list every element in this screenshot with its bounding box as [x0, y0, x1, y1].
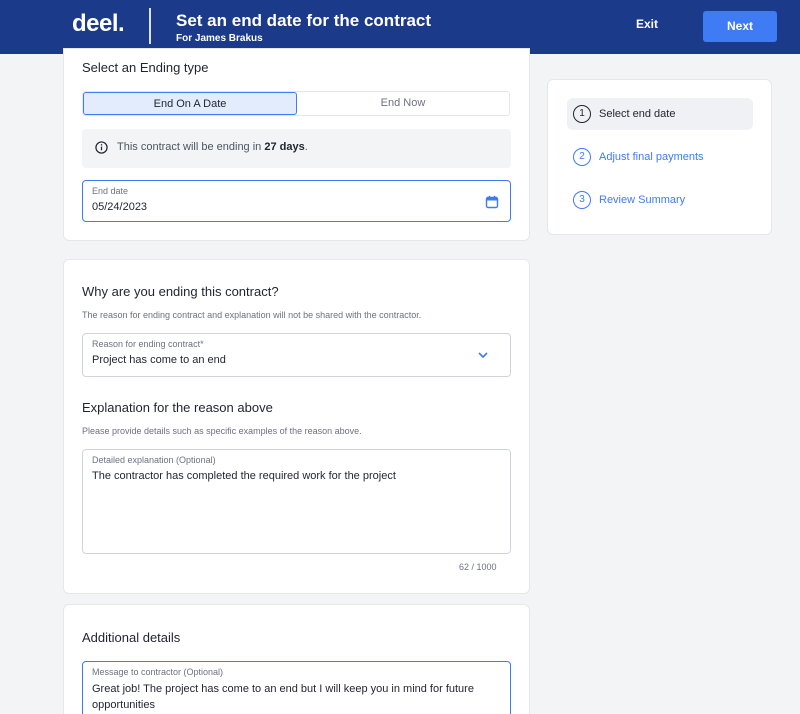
- end-date-label: End date: [92, 186, 129, 196]
- additional-details-card: Additional details Message to contractor…: [63, 604, 530, 714]
- ending-type-toggle: End On A Date End Now: [82, 91, 510, 116]
- notice-text: This contract will be ending in 27 days.: [117, 141, 308, 153]
- character-counter: 62 / 1000: [459, 562, 497, 572]
- ending-type-heading: Select an Ending type: [82, 60, 209, 75]
- reason-select-label: Reason for ending contract*: [92, 339, 204, 349]
- explanation-textarea[interactable]: Detailed explanation (Optional) The cont…: [82, 449, 511, 554]
- additional-heading: Additional details: [82, 630, 181, 645]
- step-label: Adjust final payments: [599, 151, 704, 163]
- step-number: 1: [573, 105, 591, 123]
- deel-logo[interactable]: deel.: [72, 10, 125, 38]
- message-label: Message to contractor (Optional): [92, 667, 224, 677]
- steps-card: 1 Select end date 2 Adjust final payment…: [547, 79, 772, 235]
- ending-type-card: Select an Ending type End On A Date End …: [63, 48, 530, 241]
- message-textarea[interactable]: Message to contractor (Optional) Great j…: [82, 661, 511, 714]
- step-label: Select end date: [599, 108, 676, 120]
- next-button[interactable]: Next: [703, 11, 777, 42]
- explanation-label: Detailed explanation (Optional): [92, 455, 216, 465]
- header-divider: [149, 8, 151, 44]
- end-date-field[interactable]: End date 05/24/2023: [82, 180, 511, 222]
- explanation-value: The contractor has completed the require…: [92, 470, 396, 482]
- chevron-down-icon[interactable]: [477, 350, 489, 360]
- step-adjust-final-payments[interactable]: 2 Adjust final payments: [567, 141, 753, 173]
- notice-days: 27 days: [264, 141, 305, 153]
- step-number: 2: [573, 148, 591, 166]
- reason-card: Why are you ending this contract? The re…: [63, 259, 530, 594]
- reason-heading: Why are you ending this contract?: [82, 284, 279, 299]
- reason-select-value: Project has come to an end: [92, 354, 226, 366]
- top-bar: deel. Set an end date for the contract F…: [0, 0, 800, 54]
- message-value: Great job! The project has come to an en…: [92, 683, 474, 711]
- step-review-summary[interactable]: 3 Review Summary: [567, 184, 753, 216]
- ending-notice: This contract will be ending in 27 days.: [82, 129, 511, 168]
- end-on-date-option[interactable]: End On A Date: [83, 92, 297, 115]
- reason-help: The reason for ending contract and expla…: [82, 310, 422, 320]
- explanation-help: Please provide details such as specific …: [82, 426, 362, 436]
- step-select-end-date[interactable]: 1 Select end date: [567, 98, 753, 130]
- explanation-heading: Explanation for the reason above: [82, 400, 273, 415]
- end-now-option[interactable]: End Now: [297, 92, 509, 115]
- exit-button[interactable]: Exit: [636, 17, 658, 31]
- step-label: Review Summary: [599, 194, 686, 206]
- info-icon: [95, 141, 108, 154]
- reason-select[interactable]: Reason for ending contract* Project has …: [82, 333, 511, 377]
- end-date-value: 05/24/2023: [92, 201, 148, 213]
- page-subtitle: For James Brakus: [176, 33, 263, 44]
- page-title: Set an end date for the contract: [176, 11, 432, 30]
- calendar-icon[interactable]: [485, 195, 499, 209]
- step-number: 3: [573, 191, 591, 209]
